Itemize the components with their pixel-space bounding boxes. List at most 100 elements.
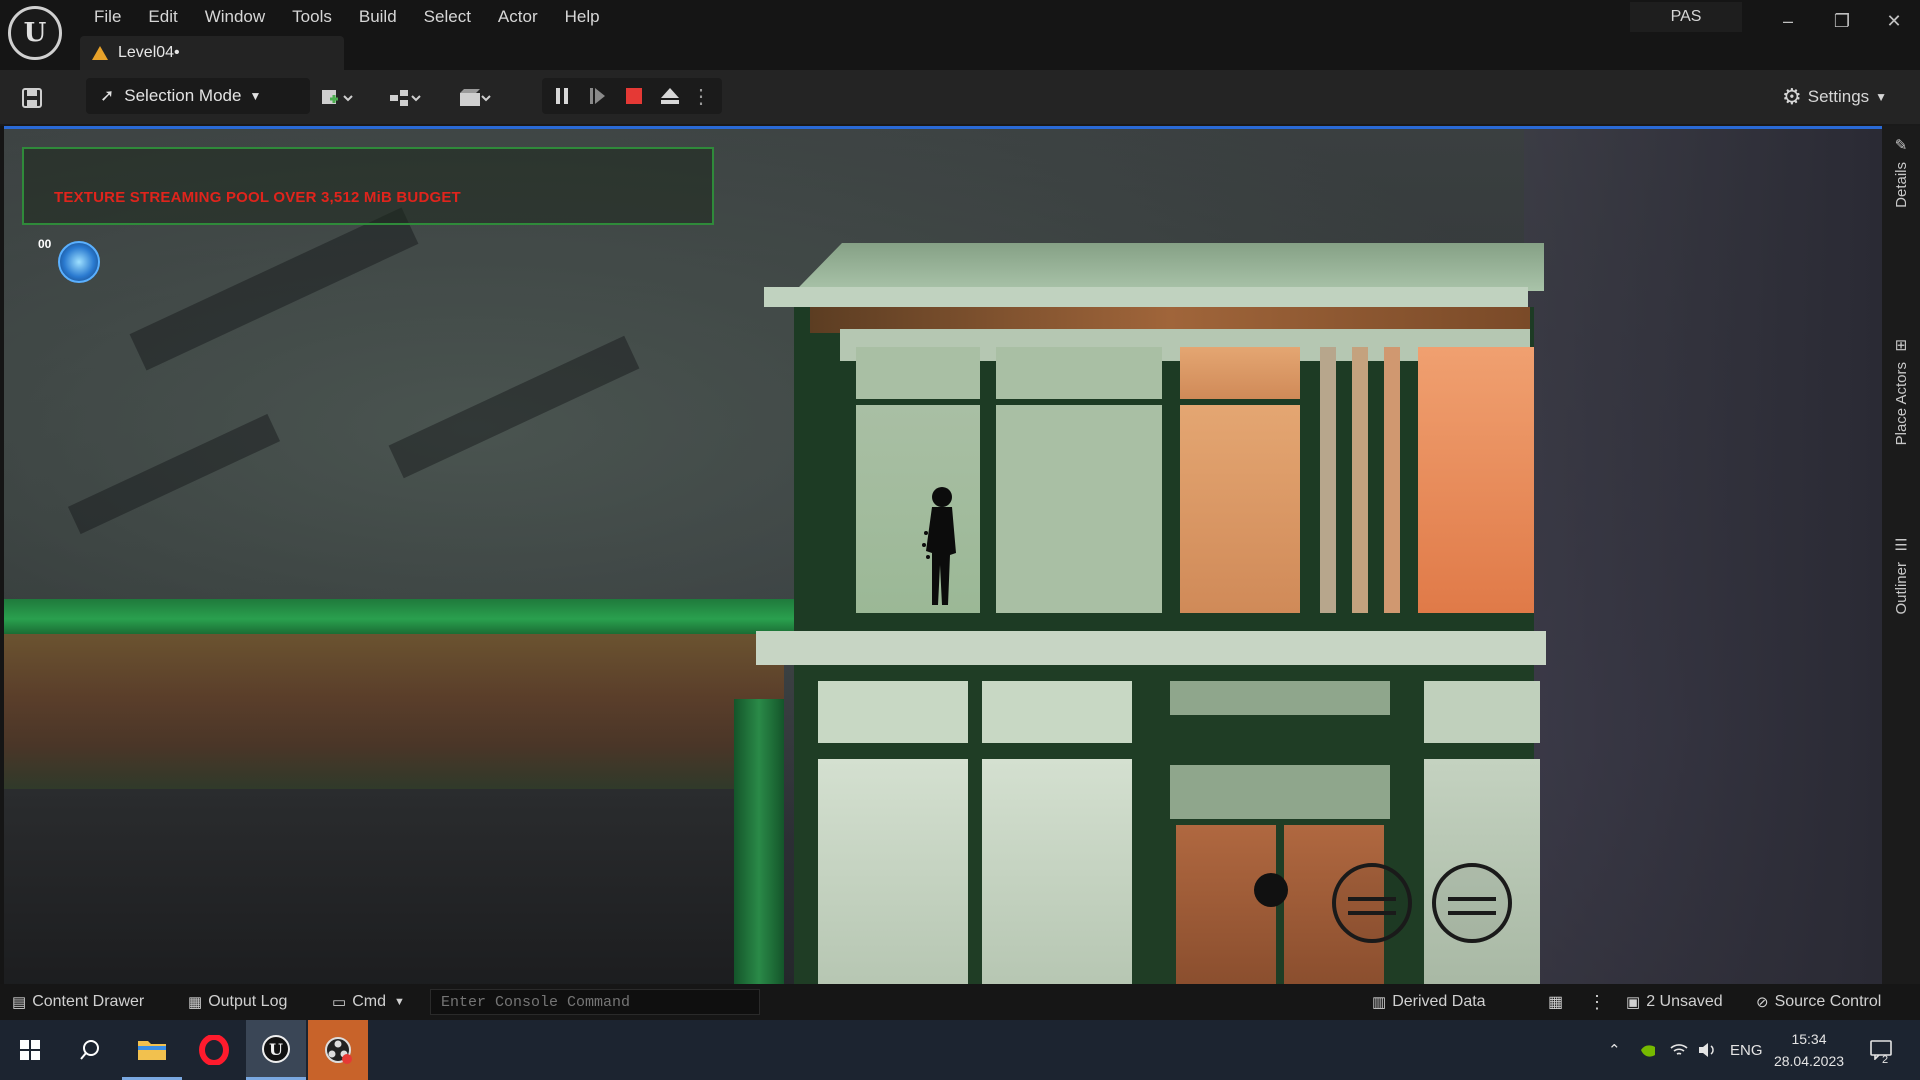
- lower-window: [1424, 681, 1540, 743]
- svg-text:U: U: [269, 1040, 283, 1059]
- upper-window: [856, 347, 980, 399]
- opera-icon[interactable]: [184, 1020, 244, 1080]
- status-bar: ▤ Content Drawer ▦ Output Log ▭ Cmd ▼ ▥ …: [0, 984, 1920, 1020]
- source-control-label: Source Control: [1774, 993, 1882, 1010]
- menu-tools[interactable]: Tools: [282, 5, 342, 29]
- chevron-down-icon: ▼: [393, 996, 405, 1008]
- windows-start-icon[interactable]: [0, 1020, 60, 1080]
- unreal-engine-icon[interactable]: U: [246, 1020, 306, 1080]
- selection-mode-dropdown[interactable]: ➚ Selection Mode ▼: [86, 78, 310, 114]
- shutter-slat: [1384, 347, 1400, 613]
- clock-date: 28.04.2023: [1773, 1053, 1845, 1069]
- unreal-logo-icon[interactable]: U: [8, 6, 62, 60]
- dark-orb-enemy: [1254, 873, 1288, 907]
- upper-window: [996, 347, 1162, 399]
- save-icon: ▣: [1626, 994, 1641, 1011]
- title-bar: U File Edit Window Tools Build Select Ac…: [0, 0, 1920, 70]
- balcony-ledge: [756, 631, 1546, 665]
- minimize-button[interactable]: –: [1768, 4, 1808, 38]
- hud-counter: 00: [38, 237, 52, 251]
- level-warning-icon: [92, 46, 108, 60]
- menu-help[interactable]: Help: [555, 5, 610, 29]
- menu-actor[interactable]: Actor: [488, 5, 548, 29]
- stop-icon[interactable]: [616, 78, 652, 114]
- console-command-input[interactable]: [430, 989, 760, 1015]
- log-icon: ▦: [188, 994, 203, 1011]
- search-icon[interactable]: [60, 1020, 120, 1080]
- hud-ability-orb-icon: [58, 241, 100, 283]
- tab-outliner[interactable]: ☰ Outliner: [1882, 536, 1920, 615]
- lower-panel: [1170, 765, 1390, 819]
- menu-select[interactable]: Select: [414, 5, 481, 29]
- notification-count: 2: [1882, 1054, 1889, 1066]
- source-control-button[interactable]: ⊘ Source Control: [1756, 984, 1881, 1020]
- content-drawer-button[interactable]: ▤ Content Drawer: [12, 984, 144, 1020]
- tray-expand-icon[interactable]: ⌃: [1608, 1020, 1621, 1080]
- entrance-door-left: [1176, 825, 1276, 984]
- menu-bar: File Edit Window Tools Build Select Acto…: [84, 5, 617, 29]
- upper-window-lit-green: [856, 405, 980, 613]
- unsaved-button[interactable]: ▣ 2 Unsaved: [1626, 984, 1723, 1020]
- menu-build[interactable]: Build: [349, 5, 407, 29]
- blueprint-icon[interactable]: [382, 80, 428, 116]
- shutter-slat: [1352, 347, 1368, 613]
- menu-file[interactable]: File: [84, 5, 131, 29]
- crest-emblem: [1332, 863, 1412, 943]
- cinematics-icon[interactable]: [452, 80, 498, 116]
- roof-eave: [764, 287, 1528, 307]
- cmd-dropdown[interactable]: ▭ Cmd ▼: [332, 984, 405, 1020]
- level-tab[interactable]: Level04•: [80, 36, 344, 70]
- dark-rock-layer: [4, 789, 784, 984]
- output-log-label: Output Log: [208, 993, 288, 1010]
- drawer-icon: ▤: [12, 994, 27, 1011]
- cmd-label: Cmd: [352, 993, 386, 1010]
- restore-button[interactable]: ❐: [1822, 4, 1862, 38]
- unsaved-label: 2 Unsaved: [1646, 993, 1723, 1010]
- tab-place-actors[interactable]: ⊞ Place Actors: [1882, 336, 1920, 445]
- chevron-down-icon: ▼: [249, 89, 262, 103]
- grass-ledge: [4, 599, 804, 639]
- chevron-down-icon: ▼: [1875, 90, 1888, 104]
- system-clock[interactable]: 15:34 28.04.2023: [1764, 1028, 1854, 1072]
- pause-icon[interactable]: [544, 78, 580, 114]
- notifications-icon[interactable]: 2: [1870, 1020, 1892, 1080]
- lower-window: [818, 681, 968, 743]
- upper-window-lit: [1418, 347, 1534, 613]
- eject-icon[interactable]: [652, 78, 688, 114]
- nvidia-icon[interactable]: [1640, 1020, 1656, 1080]
- texture-streaming-warning: TEXTURE STREAMING POOL OVER 3,512 MiB BU…: [22, 147, 714, 225]
- more-options-icon[interactable]: ⋮: [1588, 984, 1606, 1020]
- file-explorer-icon[interactable]: [122, 1020, 182, 1080]
- tab-details[interactable]: ✎ Details: [1882, 136, 1920, 208]
- more-options-icon[interactable]: ⋮: [686, 78, 716, 114]
- crest-emblem: [1432, 863, 1512, 943]
- derived-data-button[interactable]: ▥ Derived Data: [1372, 984, 1486, 1020]
- cursor-icon: ➚: [100, 86, 115, 105]
- derived-data-label: Derived Data: [1392, 993, 1486, 1010]
- close-button[interactable]: ✕: [1874, 4, 1914, 38]
- output-log-button[interactable]: ▦ Output Log: [188, 984, 287, 1020]
- content-drawer-label: Content Drawer: [32, 993, 145, 1010]
- advance-frame-icon[interactable]: [580, 78, 616, 114]
- profile-button[interactable]: PAS: [1630, 2, 1742, 32]
- sliding-door-panel: [818, 759, 968, 984]
- save-icon[interactable]: [16, 82, 48, 114]
- main-toolbar: ➚ Selection Mode ▼ ⋮ ⚙ Settings ▼: [0, 70, 1920, 126]
- gear-icon: ⚙: [1782, 84, 1802, 109]
- upper-window-lit: [1180, 347, 1300, 399]
- pencil-icon: ✎: [1894, 137, 1908, 154]
- settings-button[interactable]: ⚙ Settings ▼: [1782, 84, 1887, 110]
- wifi-icon[interactable]: [1670, 1020, 1688, 1080]
- volume-icon[interactable]: [1698, 1020, 1716, 1080]
- obs-icon[interactable]: [308, 1020, 368, 1080]
- menu-window[interactable]: Window: [195, 5, 275, 29]
- level-viewport[interactable]: TEXTURE STREAMING POOL OVER 3,512 MiB BU…: [4, 126, 1882, 984]
- no-source-control-icon: ⊘: [1756, 994, 1769, 1011]
- language-indicator[interactable]: ENG: [1730, 1020, 1763, 1080]
- add-actor-icon[interactable]: [314, 80, 360, 116]
- trace-icon[interactable]: ▦: [1548, 984, 1563, 1020]
- tab-outliner-label: Outliner: [1892, 562, 1910, 615]
- tab-place-actors-label: Place Actors: [1892, 362, 1910, 446]
- play-controls: ⋮: [542, 78, 722, 114]
- menu-edit[interactable]: Edit: [138, 5, 187, 29]
